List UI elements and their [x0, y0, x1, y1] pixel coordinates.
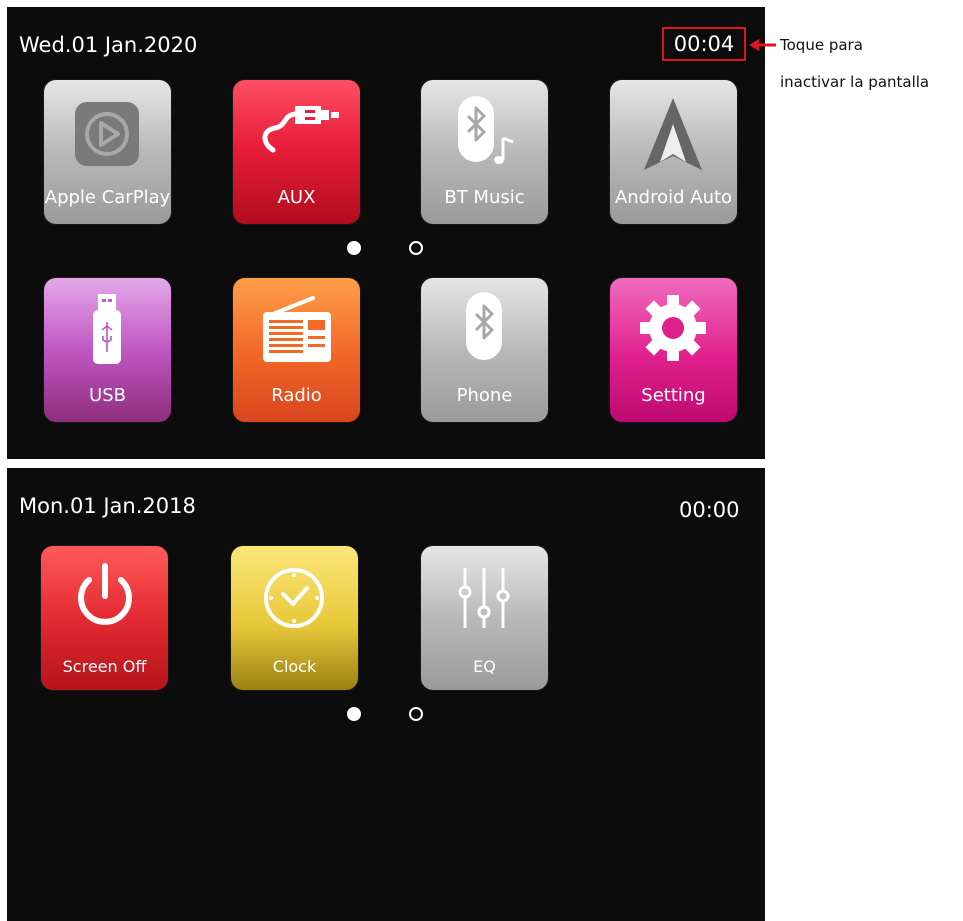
- app-label: AUX: [277, 187, 316, 208]
- app-bt-music[interactable]: BT Music: [421, 80, 548, 224]
- app-label: BT Music: [444, 187, 525, 208]
- annotation-line-2: inactivar la pantalla: [780, 73, 930, 91]
- app-label: USB: [89, 385, 126, 406]
- page-dot-inactive[interactable]: [409, 707, 423, 721]
- clock-time-button[interactable]: 00:04: [662, 27, 746, 61]
- android-auto-icon: [610, 80, 737, 188]
- bluetooth-icon: [421, 278, 548, 386]
- usb-icon: [44, 278, 171, 386]
- power-icon: [41, 546, 168, 654]
- date-label: Mon.01 Jan.2018: [19, 494, 196, 518]
- app-apple-carplay[interactable]: Apple CarPlay: [44, 80, 171, 224]
- app-label: Setting: [641, 385, 706, 406]
- bluetooth-music-icon: [421, 80, 548, 188]
- page-dot-active[interactable]: [347, 241, 361, 255]
- app-phone[interactable]: Phone: [421, 278, 548, 422]
- aux-cable-icon: [233, 80, 360, 188]
- equalizer-icon: [421, 546, 548, 654]
- clock-time-label[interactable]: 00:00: [679, 498, 740, 522]
- page-indicator: [347, 707, 427, 721]
- home-screen-page-2: Mon.01 Jan.2018 00:00 Screen Off Clock E…: [7, 468, 765, 921]
- app-label: Apple CarPlay: [44, 187, 171, 208]
- app-radio[interactable]: Radio: [233, 278, 360, 422]
- app-clock[interactable]: Clock: [231, 546, 358, 690]
- app-label: Phone: [456, 385, 513, 406]
- radio-icon: [233, 278, 360, 386]
- app-android-auto[interactable]: Android Auto: [610, 80, 737, 224]
- app-label: Android Auto: [614, 187, 733, 208]
- app-label: EQ: [473, 657, 496, 676]
- gear-icon: [610, 278, 737, 386]
- clock-icon: [231, 546, 358, 654]
- app-setting[interactable]: Setting: [610, 278, 737, 422]
- app-label: Clock: [272, 657, 317, 676]
- app-usb[interactable]: USB: [44, 278, 171, 422]
- annotation-line-1: Toque para: [780, 36, 863, 54]
- home-screen-page-1: Wed.01 Jan.2020 00:04 Apple CarPlay AUX: [7, 7, 765, 459]
- page-indicator: [347, 241, 427, 255]
- carplay-icon: [44, 80, 171, 188]
- page-dot-inactive[interactable]: [409, 241, 423, 255]
- app-aux[interactable]: AUX: [233, 80, 360, 224]
- app-screen-off[interactable]: Screen Off: [41, 546, 168, 690]
- date-label: Wed.01 Jan.2020: [19, 33, 198, 57]
- app-label: Screen Off: [62, 657, 147, 676]
- app-eq[interactable]: EQ: [421, 546, 548, 690]
- page-dot-active[interactable]: [347, 707, 361, 721]
- app-label: Radio: [271, 385, 322, 406]
- arrow-left-icon: [749, 39, 776, 51]
